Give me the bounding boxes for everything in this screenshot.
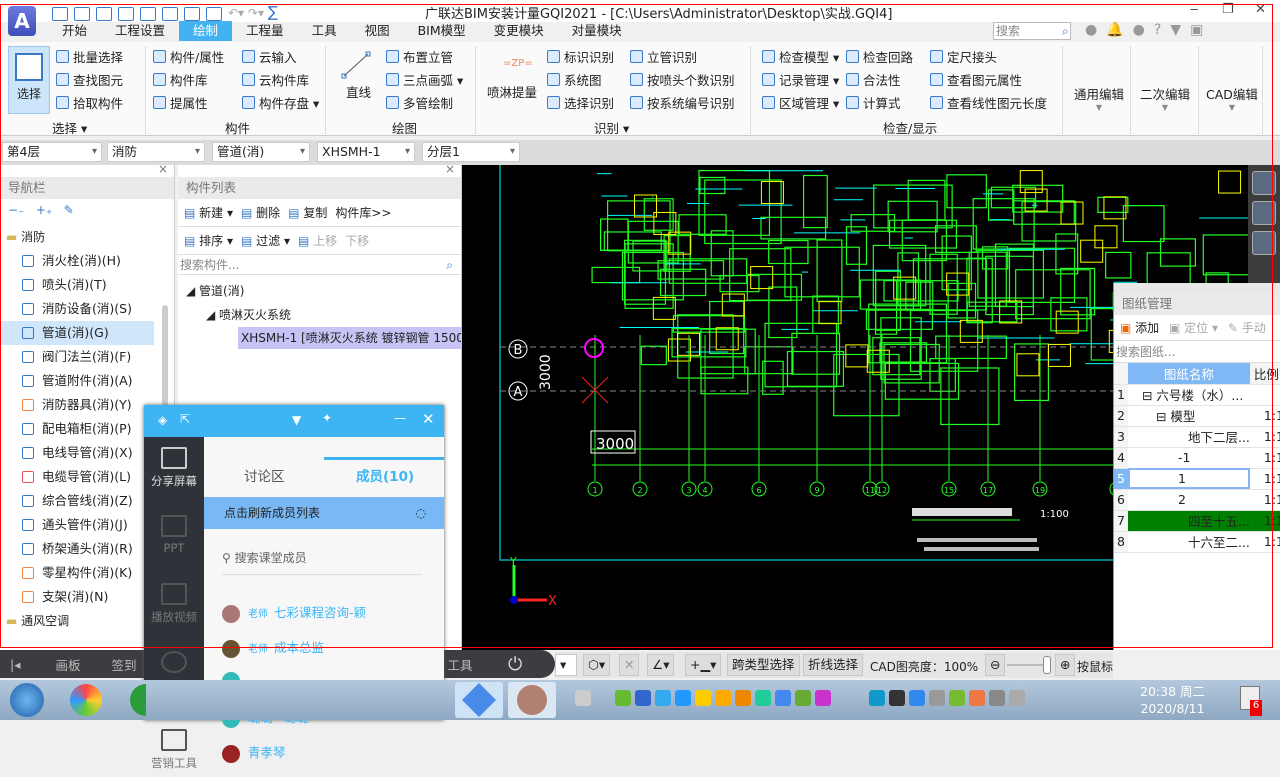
taskbar-app-gqi[interactable] [455,682,503,718]
overlay-tool-button[interactable]: 画板 [40,655,96,674]
taskbar-app-live[interactable] [508,682,556,718]
avatar [222,744,240,763]
chrome-icon[interactable] [130,684,146,716]
tray-app-icon[interactable] [655,690,671,706]
tray-app-icon[interactable] [795,690,811,706]
network-safe-icon[interactable] [929,690,945,706]
slider-handle[interactable] [1043,656,1051,674]
recording-frame [0,4,1273,648]
cross-icon[interactable]: ✕ [619,654,640,676]
box-select-icon[interactable]: ⬡▾ [583,654,611,676]
windows-taskbar: 20:38 周二 2020/8/11 6 [0,680,1280,720]
speaker-icon[interactable] [969,690,985,706]
network-icon[interactable] [989,690,1005,706]
mouse-hint: 按鼠标 [1077,660,1114,674]
start-button[interactable] [10,683,44,717]
cad-brightness-label: CAD图亮度：100% [870,660,979,674]
app-icon[interactable] [70,684,102,716]
tray-app-icon[interactable] [755,690,771,706]
tray-icons [575,690,1029,706]
ortho-icon[interactable]: +▁▾ [685,654,722,676]
tray-app-icon[interactable] [869,690,885,706]
cross-type-select-button[interactable]: 跨类型选择 [727,654,800,676]
status-bar: ▾ ⬡▾ ✕ ∠▾ +▁▾ 跨类型选择 折线选择 CAD图亮度：100% ⊖ ⊕… [555,652,1113,678]
tray-app-icon[interactable] [775,690,791,706]
angle-icon[interactable]: ∠▾ [647,654,675,676]
qq-icon[interactable] [695,690,711,706]
power-icon[interactable]: ⏻ [508,654,522,675]
notification-badge: 6 [1250,700,1262,716]
tray-app-icon[interactable] [909,690,925,706]
volume-icon[interactable] [1009,690,1025,706]
zoom-in-icon[interactable]: ⊕ [1055,654,1076,676]
collapse-icon[interactable]: |◂ [0,657,40,672]
tray-app-icon[interactable] [815,690,831,706]
tray-app-icon[interactable] [635,690,651,706]
nvidia-icon[interactable] [949,690,965,706]
zoom-out-icon[interactable]: ⊖ [985,654,1006,676]
tray-app-icon[interactable] [715,690,731,706]
tray-app-icon[interactable] [675,690,691,706]
mode-dropdown[interactable]: ▾ [555,654,577,676]
member-item[interactable]: 青孝琴 [222,742,286,763]
clock[interactable]: 20:38 周二 2020/8/11 [1140,683,1205,717]
usb-icon[interactable] [615,690,631,706]
qq-penguin-icon[interactable] [889,690,905,706]
polyline-select-button[interactable]: 折线选择 [803,654,864,676]
keyboard-icon[interactable] [575,690,591,706]
member-name: 青孝琴 [248,745,286,760]
tray-app-icon[interactable] [735,690,751,706]
brightness-slider[interactable] [1007,664,1047,666]
